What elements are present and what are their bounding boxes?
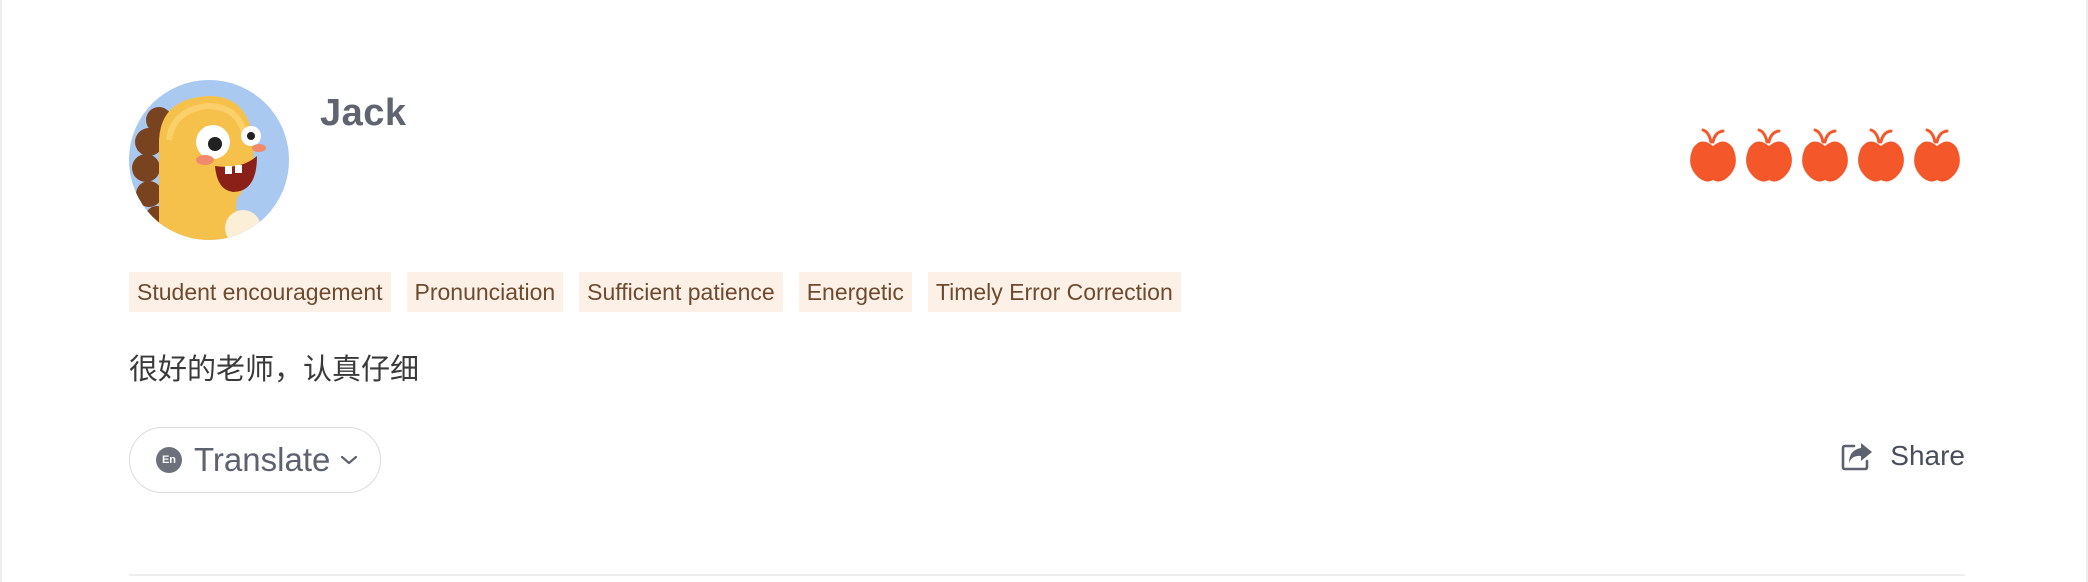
language-en-icon: En: [156, 447, 182, 473]
page-frame: Jack Student encouragement Pronunciation…: [0, 0, 2088, 582]
translate-button[interactable]: En Translate: [129, 427, 381, 493]
translate-label: Translate: [194, 441, 331, 478]
apple-icon: [1746, 128, 1792, 182]
review-comment: 很好的老师，认真仔细: [129, 352, 420, 386]
review-tag: Pronunciation: [406, 272, 564, 312]
card-divider: [129, 574, 1965, 576]
review-tag: Student encouragement: [129, 272, 391, 312]
share-label: Share: [1890, 440, 1965, 471]
share-button[interactable]: Share: [1840, 440, 1965, 472]
rating-apples: [1685, 126, 1965, 186]
apple-icon: [1802, 128, 1848, 182]
reviewer-name: Jack: [320, 92, 407, 134]
review-tag: Sufficient patience: [579, 272, 783, 312]
share-icon: [1841, 443, 1873, 471]
review-tag: Timely Error Correction: [927, 272, 1181, 312]
dinosaur-avatar-icon: [129, 80, 289, 240]
review-tag: Energetic: [798, 272, 912, 312]
reviewer-avatar: [129, 80, 289, 240]
apple-icon: [1690, 128, 1736, 182]
apple-icon: [1914, 128, 1960, 182]
review-tags: Student encouragement Pronunciation Suff…: [129, 272, 1181, 312]
chevron-down-icon: [341, 455, 358, 465]
review-card: Jack Student encouragement Pronunciation…: [129, 0, 1965, 582]
apple-icon: [1858, 128, 1904, 182]
